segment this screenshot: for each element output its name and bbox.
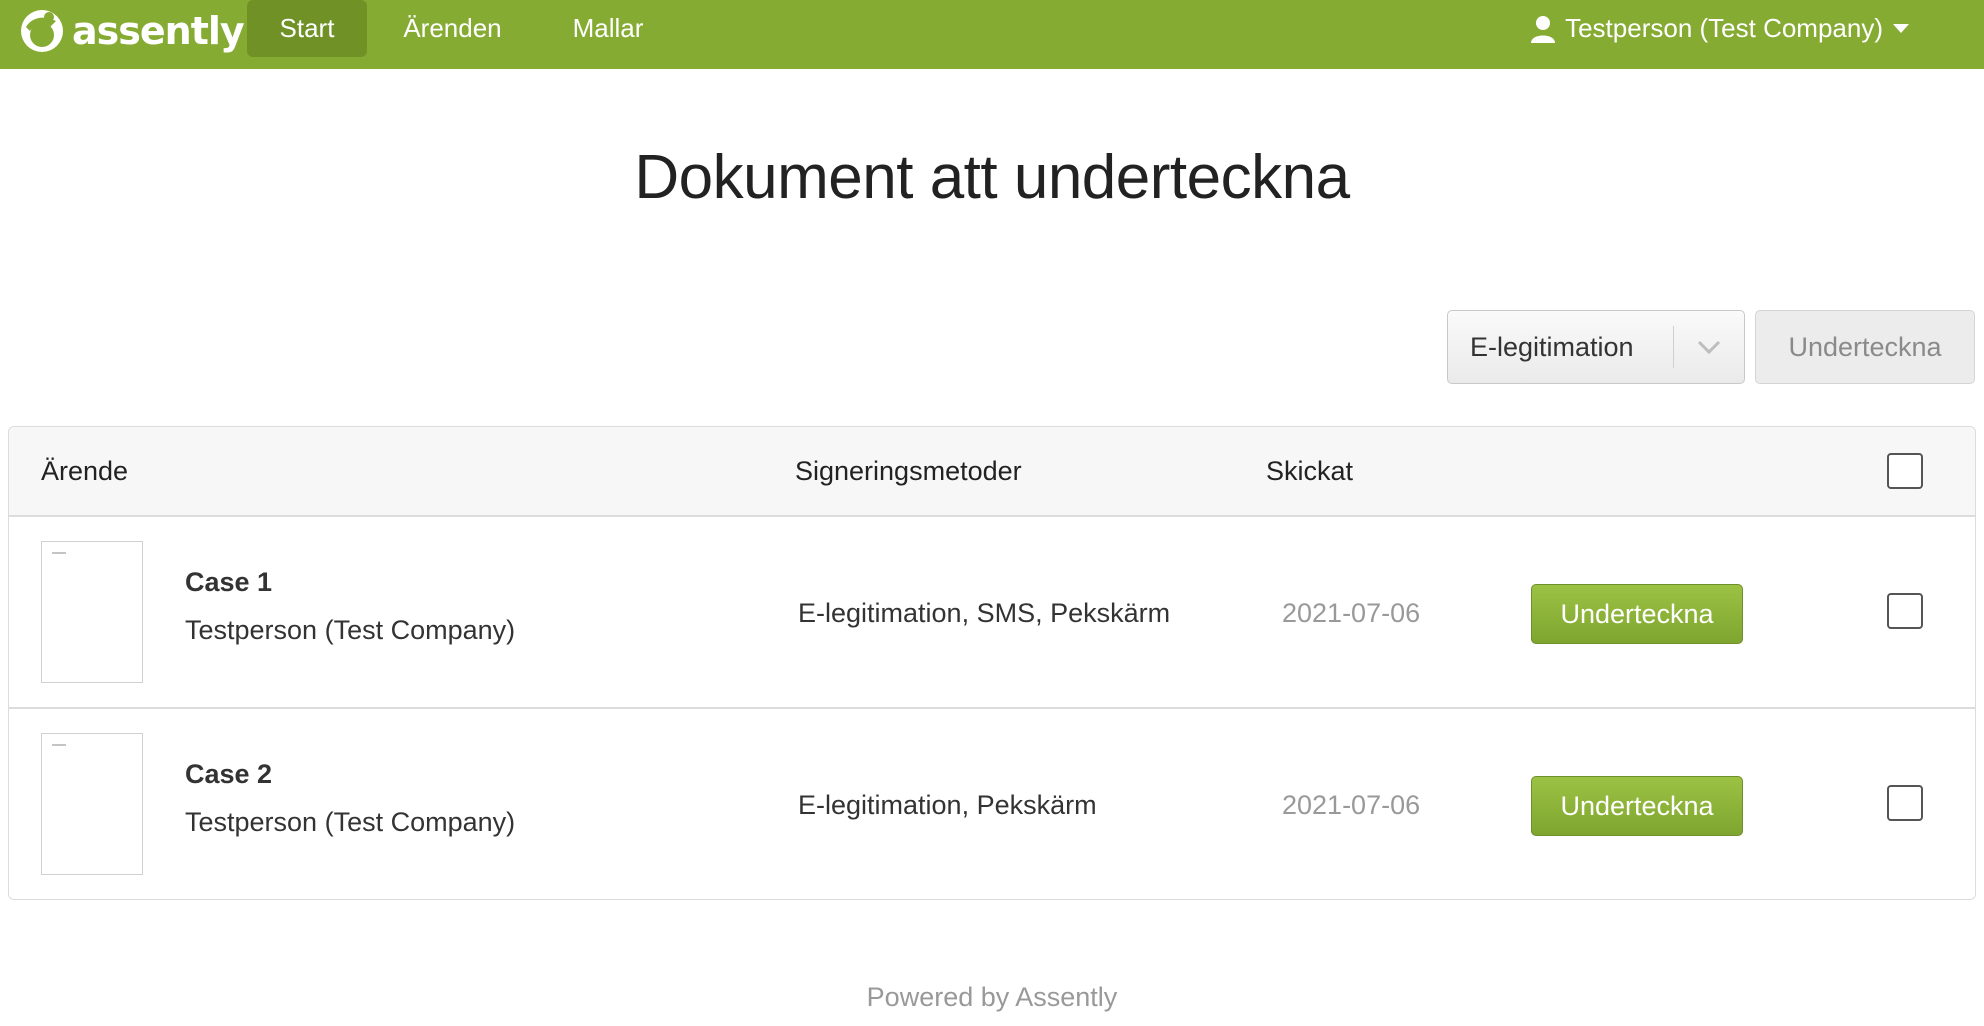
user-name: Testperson (Test Company) bbox=[1565, 13, 1883, 43]
brand-logo[interactable]: assently bbox=[20, 6, 245, 56]
top-navbar: assently Start Ärenden Mallar Testperson… bbox=[0, 0, 1984, 69]
nav-label: Ärenden bbox=[403, 13, 502, 43]
sign-button[interactable]: Underteckna bbox=[1531, 584, 1743, 644]
row-checkbox[interactable] bbox=[1887, 785, 1923, 821]
case-sent-date: 2021-07-06 bbox=[1282, 597, 1421, 628]
case-sent-date: 2021-07-06 bbox=[1282, 789, 1421, 820]
table-row: Case 2 Testperson (Test Company) E-legit… bbox=[9, 709, 1975, 899]
footer-powered-by: Powered by Assently bbox=[866, 982, 1118, 1012]
assently-logo-icon bbox=[21, 10, 63, 52]
table-header: Ärende Signeringsmetoder Skickat bbox=[9, 427, 1975, 517]
documents-table: Ärende Signeringsmetoder Skickat Case 1 … bbox=[8, 426, 1976, 900]
nav-label: Mallar bbox=[572, 13, 644, 43]
user-menu[interactable]: Testperson (Test Company) bbox=[1531, 0, 1909, 57]
nav-start[interactable]: Start bbox=[247, 0, 367, 57]
row-checkbox[interactable] bbox=[1887, 593, 1923, 629]
sign-selected-button[interactable]: Underteckna bbox=[1755, 310, 1975, 384]
table-row: Case 1 Testperson (Test Company) E-legit… bbox=[9, 517, 1975, 709]
nav-label: Start bbox=[279, 13, 335, 43]
column-header-case: Ärende bbox=[41, 455, 129, 486]
case-owner: Testperson (Test Company) bbox=[185, 615, 516, 645]
nav-mallar[interactable]: Mallar bbox=[556, 0, 660, 57]
chevron-down-icon bbox=[1674, 340, 1744, 354]
user-icon bbox=[1531, 15, 1556, 43]
signing-method-select[interactable]: E-legitimation bbox=[1447, 310, 1745, 384]
signing-method-value: E-legitimation bbox=[1470, 331, 1634, 362]
case-title[interactable]: Case 1 bbox=[185, 567, 272, 598]
select-all-checkbox[interactable] bbox=[1887, 453, 1923, 489]
case-signing-methods: E-legitimation, SMS, Pekskärm bbox=[798, 597, 1171, 628]
document-thumbnail[interactable] bbox=[41, 733, 143, 875]
case-signing-methods: E-legitimation, Pekskärm bbox=[798, 789, 1097, 820]
document-thumbnail[interactable] bbox=[41, 541, 143, 683]
caret-down-icon bbox=[1893, 24, 1909, 33]
logo-text: assently bbox=[72, 9, 245, 53]
nav-arenden[interactable]: Ärenden bbox=[385, 0, 520, 57]
column-header-sent: Skickat bbox=[1266, 455, 1354, 486]
case-owner: Testperson (Test Company) bbox=[185, 807, 516, 837]
column-header-methods: Signeringsmetoder bbox=[795, 455, 1022, 486]
page-title: Dokument att underteckna bbox=[634, 143, 1350, 212]
sign-button[interactable]: Underteckna bbox=[1531, 776, 1743, 836]
case-title[interactable]: Case 2 bbox=[185, 759, 272, 790]
